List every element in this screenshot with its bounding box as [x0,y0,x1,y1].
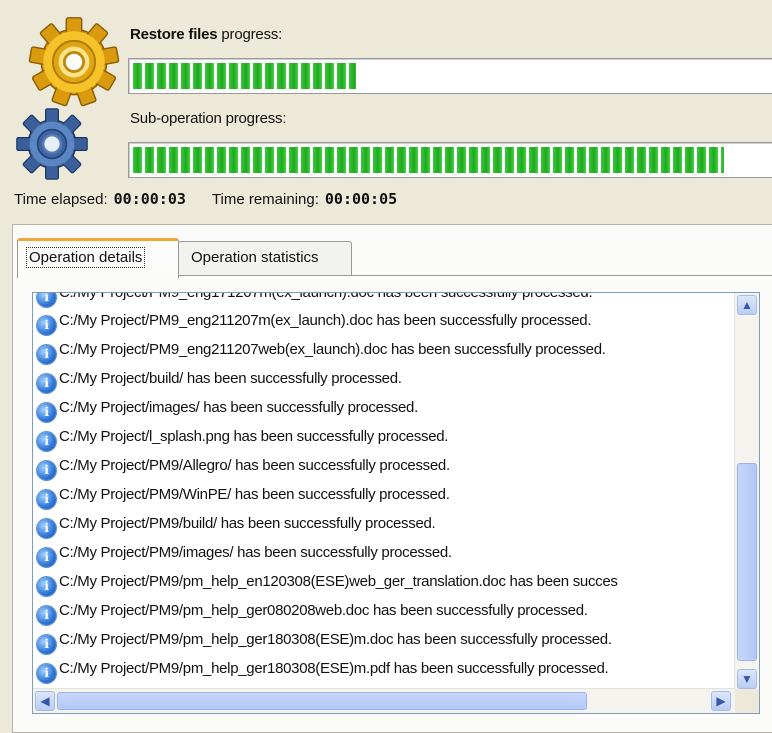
log-row-text: C:/My Project/PM9_eng211207m(ex_launch).… [59,312,592,329]
info-icon: i [37,461,56,480]
log-row-text: C:/My Project/PM9/WinPE/ has been succes… [59,486,450,503]
scroll-corner [735,689,759,713]
log-row: i C:/My Project/PM9/build/ has been succe… [37,510,436,538]
info-icon: i [37,432,56,451]
info-icon: i [37,316,56,335]
log-row-text: C:/My Project/PM9/pm_help_ger180308(ESE)… [59,660,609,677]
log-row: i C:/My Project/PM9/Allegro/ has been suc… [37,452,450,480]
log-row-text: C:/My Project/PM9/pm_help_en120308(ESE)w… [59,573,618,590]
log-row: i C:/My Project/PM9/WinPE/ has been succe… [37,481,450,509]
log-row: i C:/My Project/build/ has been successfu… [37,365,402,393]
vertical-scroll-thumb[interactable] [737,463,757,661]
info-icon: i [37,548,56,567]
log-row: i C:/My Project/PM9/pm_help_ger080208web.… [37,597,588,625]
tab-operation-details[interactable]: Operation details [17,238,179,278]
main-progress-bar [128,58,772,94]
horizontal-scrollbar[interactable]: ◀ ▶ [33,688,735,713]
log-row: i C:/My Project/images/ has been successf… [37,394,418,422]
info-icon: i [37,490,56,509]
info-icon: i [37,664,56,683]
info-icon: i [37,577,56,596]
tab-operation-statistics[interactable]: Operation statistics [178,241,352,275]
tab-operation-details-label: Operation details [26,247,146,268]
sub-progress-bar [128,142,772,178]
tab-strip-line [178,275,772,276]
scroll-up-button[interactable]: ▲ [737,295,757,315]
log-row-text: C:/My Project/PM9/pm_help_ger180308(ESE)… [59,631,612,648]
operation-log-list[interactable]: iC:/My Project/PM9_eng171207m(ex_launch)… [32,292,760,714]
info-icon: i [37,635,56,654]
chevron-up-icon: ▲ [741,298,753,312]
log-row: i C:/My Project/PM9/pm_help_ger180308(ESE… [37,626,612,654]
info-icon: i [37,374,56,393]
time-remaining-label: Time remaining: [211,191,319,208]
info-icon: i [37,345,56,364]
info-icon: i [37,519,56,538]
log-rows: iC:/My Project/PM9_eng171207m(ex_launch)… [33,293,733,691]
sub-progress-fill [133,147,724,173]
main-progress-operation: Restore files [130,26,218,43]
main-progress-fill [133,63,356,89]
horizontal-scroll-thumb[interactable] [57,692,587,710]
info-icon: i [37,403,56,422]
log-row-text: C:/My Project/PM9_eng211207web(ex_launch… [59,341,606,358]
gear-gold-icon [28,17,120,107]
chevron-right-icon: ▶ [716,694,726,708]
log-row-text: C:/My Project/PM9/pm_help_ger080208web.d… [59,602,588,619]
time-elapsed-value: 00:00:03 [113,190,186,208]
gear-blue-icon [16,108,88,180]
info-icon: i [37,606,56,625]
chevron-left-icon: ◀ [40,694,50,708]
chevron-down-icon: ▼ [741,672,753,686]
scroll-down-button[interactable]: ▼ [737,669,757,689]
log-row-text: C:/My Project/PM9/build/ has been succes… [59,515,436,532]
main-progress-suffix: progress: [217,26,283,43]
scroll-right-button[interactable]: ▶ [711,691,731,711]
log-row-text: C:/My Project/PM9/images/ has been succe… [59,544,452,561]
log-row-partial: iC:/My Project/PM9_eng171207m(ex_launch)… [37,293,593,307]
time-row: Time elapsed: 00:00:03 Time remaining: 00:0… [14,190,423,208]
log-row: i C:/My Project/PM9/pm_help_ger180308(ESE… [37,655,609,683]
main-progress-label: Restore files progress: [130,26,282,43]
log-row: i C:/My Project/PM9_eng211207m(ex_launch)… [37,307,592,335]
sub-progress-label: Sub-operation progress: [130,110,287,127]
log-row-text: C:/My Project/l_splash.png has been succ… [59,428,449,445]
time-remaining-value: 00:00:05 [324,190,398,208]
info-icon: i [37,293,56,307]
tab-operation-statistics-label: Operation statistics [191,249,319,266]
time-elapsed-label: Time elapsed: [14,191,108,208]
vertical-scrollbar[interactable]: ▲ ▼ [734,293,759,691]
log-row-text: C:/My Project/build/ has been successful… [59,370,402,387]
log-row: i C:/My Project/PM9_eng211207web(ex_launc… [37,336,606,364]
log-row-text: C:/My Project/PM9_eng171207m(ex_launch).… [59,293,593,301]
scroll-left-button[interactable]: ◀ [35,691,55,711]
log-row-text: C:/My Project/images/ has been successfu… [59,399,418,416]
log-row: i C:/My Project/PM9/images/ has been succ… [37,539,452,567]
log-row-text: C:/My Project/PM9/Allegro/ has been succ… [59,457,450,474]
log-row: i C:/My Project/l_splash.png has been suc… [37,423,448,451]
log-row: i C:/My Project/PM9/pm_help_en120308(ESE)… [37,568,618,596]
